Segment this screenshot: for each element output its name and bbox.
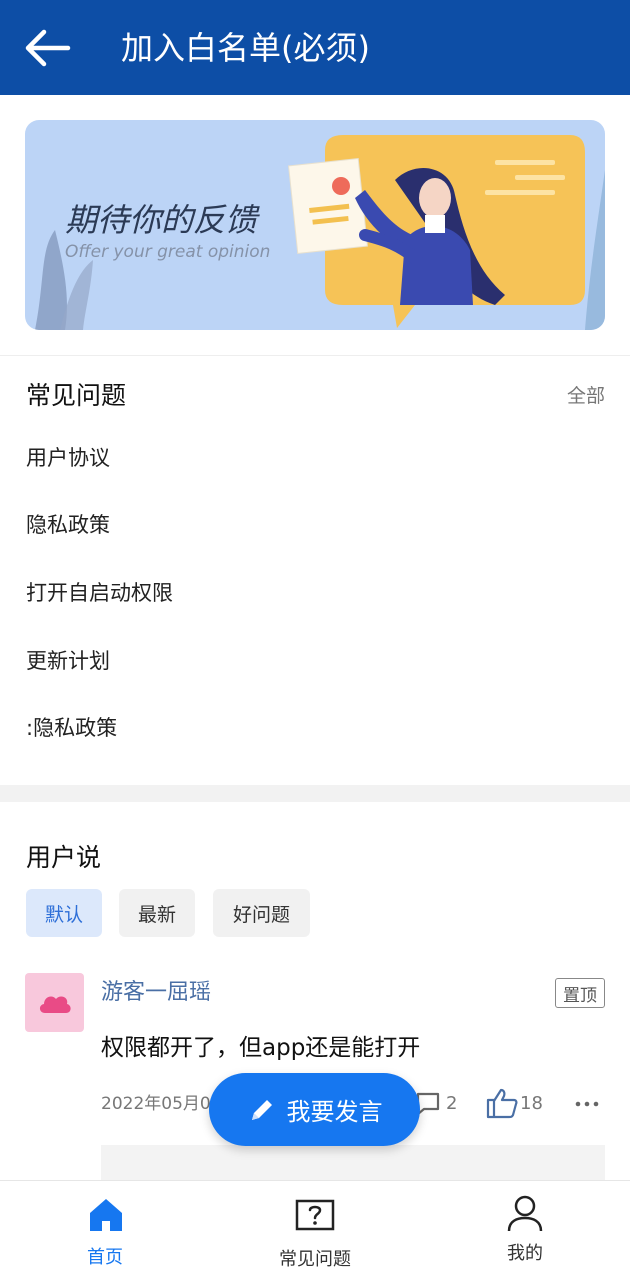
back-button[interactable] (18, 22, 76, 74)
nav-mine-label: 我的 (507, 1243, 543, 1264)
nav-faq[interactable]: 常见问题 (210, 1181, 420, 1280)
post-comment-label: 我要发言 (286, 1098, 383, 1126)
home-icon (90, 1199, 122, 1231)
faq-item[interactable]: 打开自启动权限 (26, 578, 173, 608)
faq-all-link[interactable]: 全部 (567, 382, 605, 410)
feedback-banner[interactable]: 期待你的反馈 Offer your great opinion (25, 120, 605, 330)
faq-item[interactable]: 更新计划 (26, 646, 110, 676)
page-title: 加入白名单(必须) (121, 29, 370, 67)
nav-home-label: 首页 (87, 1247, 123, 1268)
more-options-button[interactable] (574, 1091, 600, 1117)
post-date: 2022年05月0 (101, 1094, 211, 1114)
pinned-badge: 置顶 (555, 978, 605, 1008)
faq-heading: 常见问题 (26, 381, 127, 410)
banner-title: 期待你的反馈 (65, 201, 258, 239)
nav-mine[interactable]: 我的 (420, 1181, 630, 1280)
bottom-nav: 首页 常见问题 我的 (0, 1180, 630, 1280)
nav-home[interactable]: 首页 (0, 1181, 210, 1280)
section-separator (0, 785, 630, 802)
tab-default[interactable]: 默认 (26, 889, 102, 937)
faq-item[interactable]: 隐私政策 (26, 510, 110, 540)
divider (0, 355, 630, 356)
reply-preview[interactable] (101, 1145, 605, 1185)
post-author[interactable]: 游客一屈瑶 (101, 977, 211, 1009)
banner-subtitle: Offer your great opinion (65, 242, 271, 262)
nav-faq-label: 常见问题 (279, 1249, 351, 1270)
cloud-icon (39, 996, 71, 1013)
question-icon (295, 1199, 335, 1231)
more-dots-icon (575, 1101, 599, 1107)
tab-latest[interactable]: 最新 (119, 889, 195, 937)
faq-item[interactable]: 用户协议 (26, 443, 110, 473)
tab-good-questions[interactable]: 好问题 (213, 889, 310, 937)
post-content[interactable]: 权限都开了，但app还是能打开 (101, 1031, 420, 1065)
avatar[interactable] (25, 973, 84, 1032)
like-count: 18 (520, 1093, 543, 1114)
thumbs-up-icon[interactable] (485, 1087, 519, 1119)
app-header: 加入白名单(必须) (0, 0, 630, 95)
pencil-icon (251, 1099, 272, 1120)
user-says-heading: 用户说 (26, 843, 102, 872)
faq-item[interactable]: :隐私政策 (26, 713, 117, 743)
post-comment-button[interactable]: 我要发言 (209, 1073, 420, 1146)
arrow-left-icon (25, 29, 71, 67)
comment-count: 2 (446, 1093, 458, 1114)
user-icon (507, 1195, 543, 1232)
